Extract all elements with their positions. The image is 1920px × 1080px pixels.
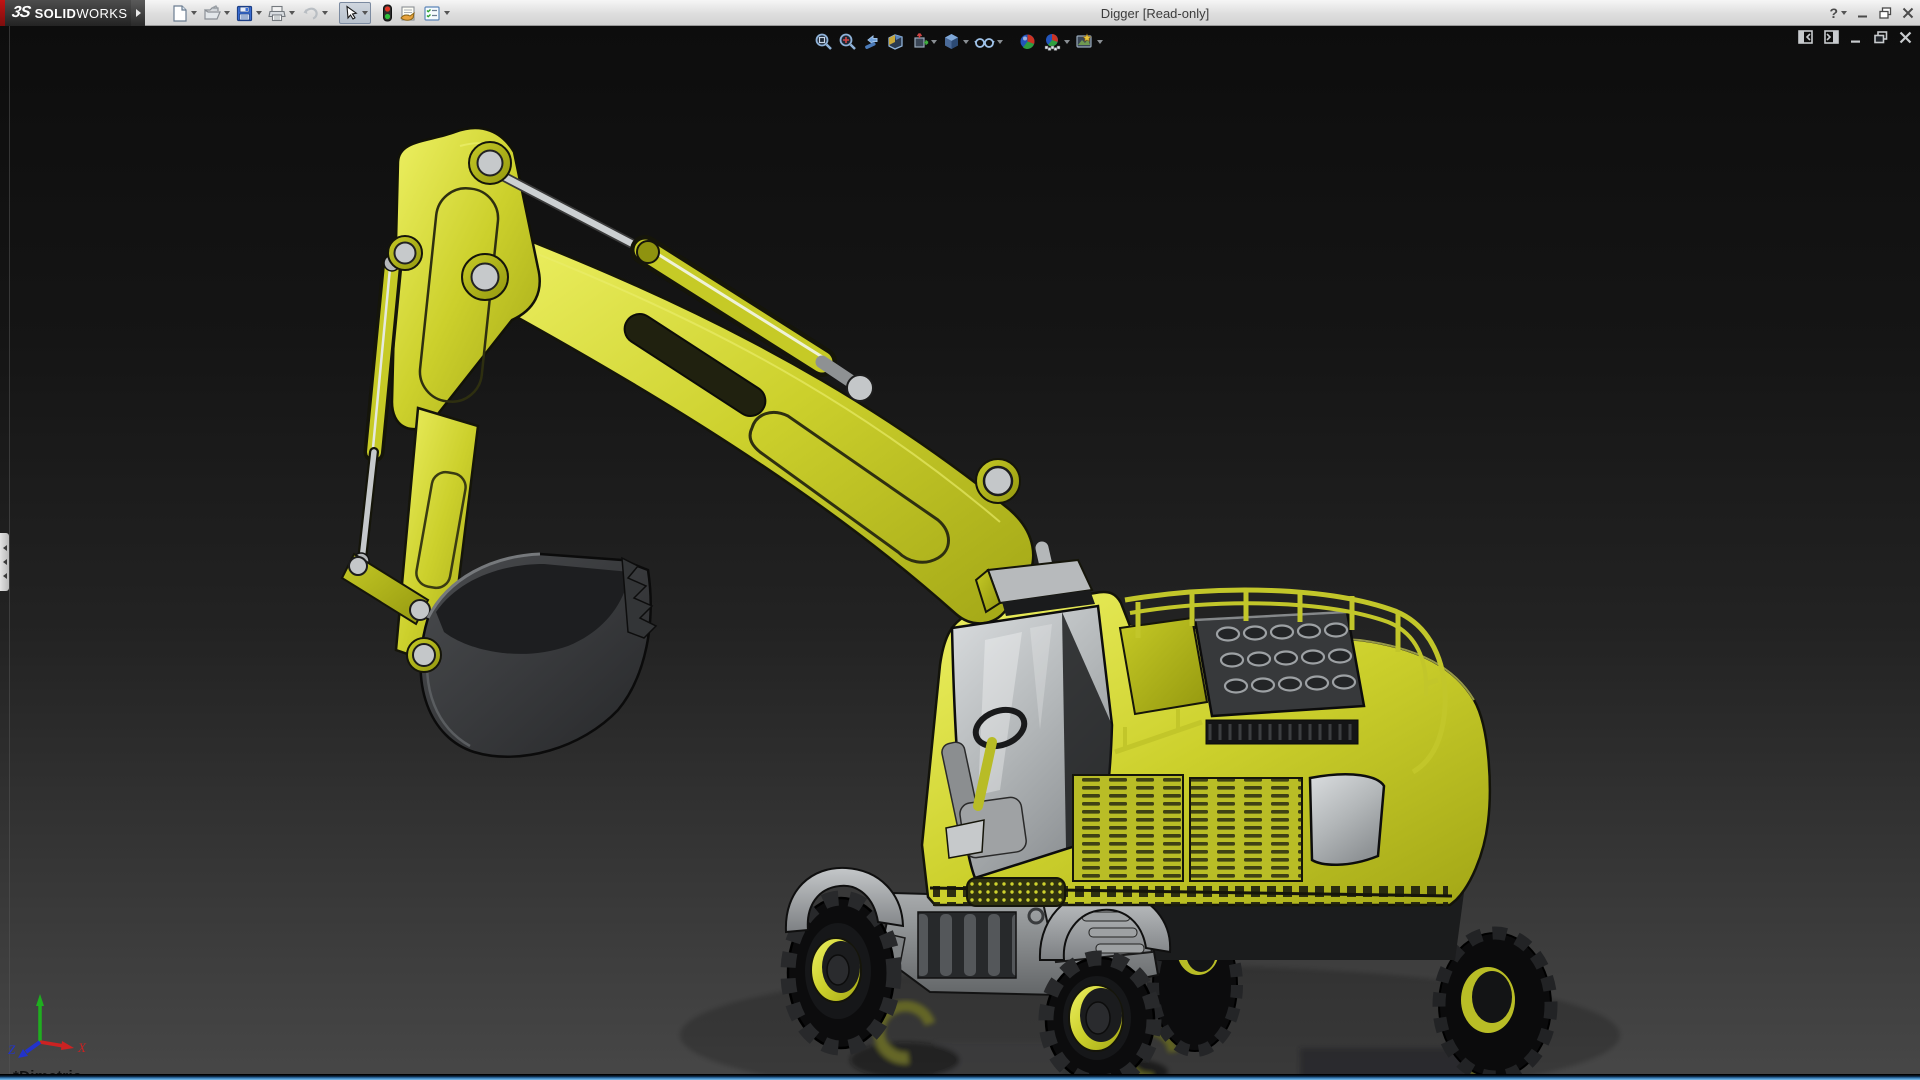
triad-x-label: X — [77, 1040, 87, 1055]
select-cursor-icon — [346, 4, 358, 20]
save-icon — [236, 5, 253, 21]
rebuild-button[interactable] — [379, 2, 396, 24]
view-settings-dropdown-arrow[interactable] — [1097, 39, 1103, 44]
close-document-button[interactable] — [1899, 31, 1912, 44]
view-settings-button[interactable] — [1074, 31, 1104, 52]
view-orientation-dropdown-arrow[interactable] — [931, 39, 937, 44]
section-view-button[interactable] — [885, 31, 906, 52]
restore-document-button[interactable] — [1874, 30, 1888, 44]
rear-window — [1308, 773, 1386, 867]
open-button[interactable] — [200, 2, 233, 24]
toggle-right-pane-button[interactable] — [1824, 30, 1839, 44]
flyout-arrow-icon — [135, 9, 141, 17]
save-button[interactable] — [233, 2, 265, 24]
display-style-icon — [945, 34, 958, 49]
zoom-to-fit-button[interactable] — [813, 31, 834, 52]
toggle-left-pane-button[interactable] — [1798, 30, 1813, 44]
view-settings-icon — [1076, 33, 1092, 48]
document-window-controls — [1798, 30, 1912, 44]
zoom-to-area-icon — [839, 33, 856, 50]
orientation-triad: X Z — [8, 994, 87, 1058]
excavator-model[interactable] — [340, 126, 1620, 1080]
previous-view-button[interactable] — [861, 31, 882, 52]
minimize-document-icon — [1851, 40, 1860, 43]
close-button[interactable] — [1902, 7, 1914, 19]
rebuild-traffic-light-icon — [383, 4, 392, 22]
new-button[interactable] — [168, 2, 200, 24]
undo-dropdown-arrow[interactable] — [322, 11, 328, 15]
select-button[interactable] — [339, 2, 371, 24]
restore-document-icon — [1874, 30, 1888, 43]
apply-scene-icon — [1044, 34, 1061, 51]
open-folder-icon — [204, 4, 221, 20]
section-view-icon — [888, 34, 903, 50]
new-dropdown-arrow[interactable] — [191, 11, 197, 15]
print-button[interactable] — [265, 2, 298, 24]
minimize-button[interactable] — [1857, 7, 1869, 19]
display-style-dropdown-arrow[interactable] — [963, 39, 969, 44]
titlebar: 3S SOLIDWORKS Digger [Read-only] ? — [0, 0, 1920, 26]
view-orientation-icon — [914, 33, 929, 48]
headsup-view-toolbar — [813, 31, 1104, 52]
view-orientation-button[interactable] — [909, 31, 938, 52]
help-dropdown-arrow[interactable] — [1841, 11, 1847, 15]
restore-icon — [1879, 7, 1892, 19]
engine-cylinders — [1215, 622, 1357, 694]
menu-flyout-arrow[interactable] — [131, 0, 145, 26]
minimize-document-button[interactable] — [1850, 31, 1863, 44]
3d-viewport-canvas[interactable] — [0, 26, 1920, 1080]
undo-button[interactable] — [298, 2, 331, 24]
previous-view-icon — [865, 34, 878, 49]
file-properties-icon — [400, 5, 415, 21]
select-dropdown-arrow[interactable] — [362, 11, 368, 15]
options-dropdown-arrow[interactable] — [444, 11, 450, 15]
new-document-icon — [173, 4, 187, 22]
solidworks-wordmark: SOLIDWORKS — [34, 5, 128, 21]
solidworks-logo: 3S SOLIDWORKS — [5, 0, 131, 26]
edit-appearance-button[interactable] — [1017, 31, 1038, 52]
zoom-to-area-button[interactable] — [837, 31, 858, 52]
edit-appearance-icon — [1020, 34, 1035, 49]
zoom-to-fit-icon — [815, 33, 832, 50]
apply-scene-dropdown-arrow[interactable] — [1064, 39, 1070, 44]
close-icon — [1902, 7, 1914, 19]
solidworks-logo-icon: 3S — [10, 4, 32, 21]
help-button[interactable]: ? — [1829, 5, 1847, 21]
triad-z-label: Z — [8, 1042, 16, 1057]
help-icon: ? — [1829, 5, 1838, 21]
window-title: Digger [Read-only] — [1100, 5, 1210, 21]
splitter-arrow-icon — [2, 559, 7, 565]
panel-toggle-right-icon — [1824, 30, 1839, 44]
boom-arm[interactable] — [340, 126, 1035, 670]
featuremanager-splitter-tab[interactable] — [0, 533, 9, 591]
windows-taskbar-edge[interactable] — [0, 1074, 1920, 1080]
options-button[interactable] — [420, 2, 453, 24]
save-dropdown-arrow[interactable] — [256, 11, 262, 15]
open-dropdown-arrow[interactable] — [224, 11, 230, 15]
hide-show-items-icon — [974, 38, 995, 48]
undo-icon — [303, 7, 318, 20]
display-style-button[interactable] — [941, 31, 970, 52]
print-icon — [268, 5, 286, 21]
titlebar-controls: ? — [1829, 0, 1914, 26]
hide-show-items-button[interactable] — [973, 31, 1004, 52]
close-document-icon — [1899, 31, 1912, 43]
rear-left-wheel[interactable] — [1038, 950, 1162, 1080]
apply-scene-button[interactable] — [1041, 31, 1071, 52]
options-icon — [424, 5, 440, 21]
viewport-left-border — [9, 26, 10, 1080]
graphics-viewport[interactable]: X Z *Dimetric — [0, 26, 1920, 1080]
splitter-arrow-icon — [2, 545, 7, 551]
panel-toggle-left-icon — [1798, 30, 1813, 44]
minimize-icon — [1858, 15, 1867, 18]
splitter-arrow-icon — [2, 573, 7, 579]
main-toolbar — [168, 0, 453, 26]
print-dropdown-arrow[interactable] — [289, 11, 295, 15]
restore-button[interactable] — [1879, 7, 1892, 19]
file-properties-button[interactable] — [396, 2, 420, 24]
hide-show-items-dropdown-arrow[interactable] — [997, 39, 1003, 44]
